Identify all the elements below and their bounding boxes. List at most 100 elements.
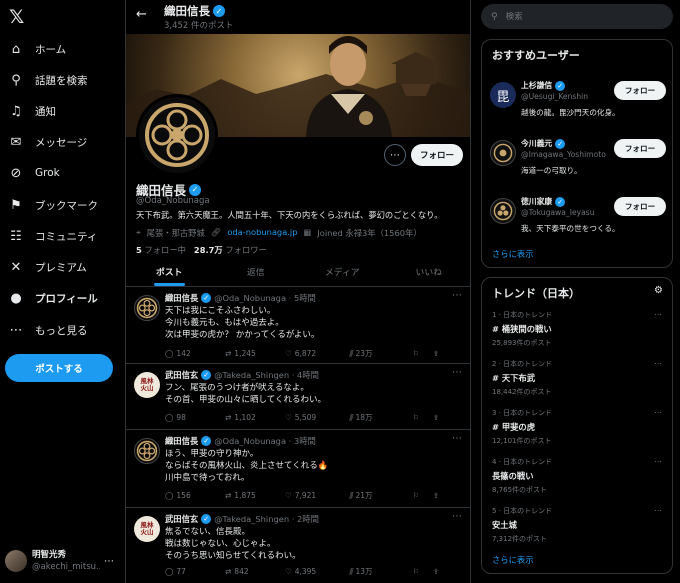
tweet-author-name[interactable]: 武田信玄	[165, 369, 198, 381]
bookmark-action[interactable]: ⚐	[413, 490, 433, 501]
reply-action[interactable]: ◯ 98	[165, 412, 225, 423]
nav-explore[interactable]: ⚲ 話題を検索	[0, 66, 125, 94]
reply-action[interactable]: ◯ 142	[165, 348, 225, 359]
more-icon[interactable]: ⋯	[654, 457, 662, 466]
nav-messages[interactable]: ✉ メッセージ	[0, 128, 125, 156]
back-arrow-icon[interactable]: ←	[136, 7, 147, 22]
bookmark-action[interactable]: ⚐	[413, 412, 433, 423]
search-input[interactable]	[505, 11, 646, 22]
like-action[interactable]: ♡ 6,872	[285, 348, 349, 359]
tweet-avatar[interactable]	[134, 438, 160, 464]
bookmark-action[interactable]: ⚐	[413, 348, 433, 359]
share-action[interactable]: ⇪	[433, 566, 439, 577]
reply-action[interactable]: ◯ 77	[165, 566, 225, 577]
follow-button[interactable]: フォロー	[614, 81, 666, 100]
trend-item[interactable]: 2 · 日本のトレンド # 天下布武 18,442件のポスト ⋯	[492, 359, 662, 397]
reply-action[interactable]: ◯ 156	[165, 490, 225, 501]
more-icon[interactable]: ⋯	[654, 310, 662, 319]
avatar[interactable]	[490, 198, 516, 224]
tweet-author-name[interactable]: 織田信長	[165, 435, 198, 447]
nav-grok[interactable]: ⊘ Grok	[0, 159, 125, 187]
trend-context: 2 · 日本のトレンド	[492, 360, 553, 368]
bookmark-action[interactable]: ⚐	[413, 566, 433, 577]
more-icon[interactable]: ⋯	[104, 556, 114, 567]
views-action[interactable]: ⫼ 13万	[349, 566, 413, 577]
heart-icon: ♡	[285, 349, 292, 358]
follow-button[interactable]: フォロー	[614, 197, 666, 216]
more-icon[interactable]: ⋯	[452, 367, 462, 378]
more-circle-icon: ⋯	[9, 322, 23, 338]
like-action[interactable]: ♡ 4,395	[285, 566, 349, 577]
tweet[interactable]: 織田信長 ✓ @Oda_Nobunaga · 5時間 ⋯ 天下は我にこそふさわし…	[126, 287, 470, 364]
retweet-action[interactable]: ⇄ 842	[225, 566, 285, 577]
tweet[interactable]: 風林 火山 武田信玄 ✓ @Takeda_Shingen · 2時間 ⋯ 焦るでな…	[126, 508, 470, 583]
suggestions-title: おすすめユーザー	[492, 49, 580, 62]
more-icon[interactable]: ⋯	[452, 290, 462, 301]
followers-link[interactable]: 28.7万 フォロワー	[194, 244, 267, 256]
following-link[interactable]: 5 フォロー中	[136, 244, 186, 256]
takeda-furinkazan-icon: 風林 火山	[141, 378, 154, 392]
profile-more-button[interactable]: ⋯	[384, 144, 406, 166]
views-action[interactable]: ⫼ 23万	[349, 348, 413, 359]
trend-item[interactable]: 4 · 日本のトレンド 長篠の戦い 8,765件のポスト ⋯	[492, 457, 662, 495]
nav-bookmarks[interactable]: ⚑ ブックマーク	[0, 191, 125, 219]
profile-website[interactable]: oda-nobunaga.jp	[227, 227, 297, 239]
tweet-avatar[interactable]: 風林 火山	[134, 372, 160, 398]
tweet[interactable]: 織田信長 ✓ @Oda_Nobunaga · 3時間 ⋯ ほう、甲斐の守り神か。…	[126, 430, 470, 508]
share-action[interactable]: ⇪	[433, 412, 439, 423]
trend-item[interactable]: 5 · 日本のトレンド 安土城 7,312件のポスト ⋯	[492, 506, 662, 544]
nav-profile[interactable]: ● プロフィール	[0, 284, 125, 312]
follow-button[interactable]: フォロー	[614, 139, 666, 158]
like-action[interactable]: ♡ 7,921	[285, 490, 349, 501]
more-icon[interactable]: ⋯	[452, 433, 462, 444]
suggested-user-name: 徳川家康 ✓	[521, 196, 566, 207]
like-action[interactable]: ♡ 5,509	[285, 412, 349, 423]
nav-communities[interactable]: ☷ コミュニティ	[0, 222, 125, 250]
more-icon[interactable]: ⋯	[452, 511, 462, 522]
tweet-avatar[interactable]	[134, 295, 160, 321]
nav-notifications[interactable]: ♫ 通知	[0, 97, 125, 125]
avatar[interactable]	[490, 140, 516, 166]
tweet-author-name[interactable]: 織田信長	[165, 292, 198, 304]
account-text: 明智光秀 @akechi_mitsu...	[32, 549, 100, 573]
tweet-author-name[interactable]: 武田信玄	[165, 513, 198, 525]
search-box[interactable]: ⚲	[481, 4, 673, 29]
suggested-user[interactable]: 今川義元 ✓ @Imagawa_Yoshimoto 海道一の弓取り。 フォロー	[490, 136, 666, 175]
avatar[interactable]: 毘	[490, 82, 516, 108]
show-more-link[interactable]: さらに表示	[492, 554, 534, 566]
tab-media[interactable]: メディア	[299, 259, 386, 286]
trend-name: 安土城	[492, 520, 517, 530]
user-name: 徳川家康	[521, 197, 553, 206]
tweet[interactable]: 風林 火山 武田信玄 ✓ @Takeda_Shingen · 4時間 ⋯ フン、尾…	[126, 364, 470, 430]
x-logo-icon[interactable]: 𝕏	[9, 6, 24, 28]
retweet-action[interactable]: ⇄ 1,875	[225, 490, 285, 501]
tab-posts[interactable]: ポスト	[126, 259, 213, 286]
nav-premium[interactable]: ✕ プレミアム	[0, 253, 125, 281]
share-action[interactable]: ⇪	[433, 490, 439, 501]
share-action[interactable]: ⇪	[433, 348, 439, 359]
retweet-action[interactable]: ⇄ 1,102	[225, 412, 285, 423]
suggested-user[interactable]: 毘 上杉謙信 ✓ @Uesugi_Kenshin 越後の龍。毘沙門天の化身。 フォ…	[490, 78, 666, 117]
more-icon[interactable]: ⋯	[654, 506, 662, 515]
trend-item[interactable]: 1 · 日本のトレンド # 桶狭間の戦い 25,893件のポスト ⋯	[492, 310, 662, 348]
show-more-link[interactable]: さらに表示	[492, 248, 534, 260]
tab-replies[interactable]: 返信	[213, 259, 300, 286]
trend-item[interactable]: 3 · 日本のトレンド # 甲斐の虎 12,101件のポスト ⋯	[492, 408, 662, 446]
more-icon[interactable]: ⋯	[654, 408, 662, 417]
account-switcher[interactable]: 明智光秀 @akechi_mitsu... ⋯	[5, 544, 123, 578]
trend-name: # 天下布武	[492, 373, 536, 383]
nav-home[interactable]: ⌂ ホーム	[0, 35, 125, 63]
nav-more[interactable]: ⋯ もっと見る	[0, 316, 125, 344]
profile-avatar[interactable]	[136, 94, 218, 176]
views-action[interactable]: ⫼ 21万	[349, 490, 413, 501]
follow-button[interactable]: フォロー	[411, 144, 463, 166]
suggested-user[interactable]: 徳川家康 ✓ @Tokugawa_Ieyasu 我、天下泰平の世をつくる。 フォロ…	[490, 194, 666, 233]
tab-likes[interactable]: いいね	[386, 259, 471, 286]
post-button[interactable]: ポストする	[5, 354, 113, 382]
views-action[interactable]: ⫼ 18万	[349, 412, 413, 423]
tweet-avatar[interactable]: 風林 火山	[134, 516, 160, 542]
gear-icon[interactable]: ⚙	[654, 285, 663, 296]
more-icon[interactable]: ⋯	[654, 359, 662, 368]
share-icon: ⇪	[433, 491, 440, 500]
retweet-action[interactable]: ⇄ 1,245	[225, 348, 285, 359]
